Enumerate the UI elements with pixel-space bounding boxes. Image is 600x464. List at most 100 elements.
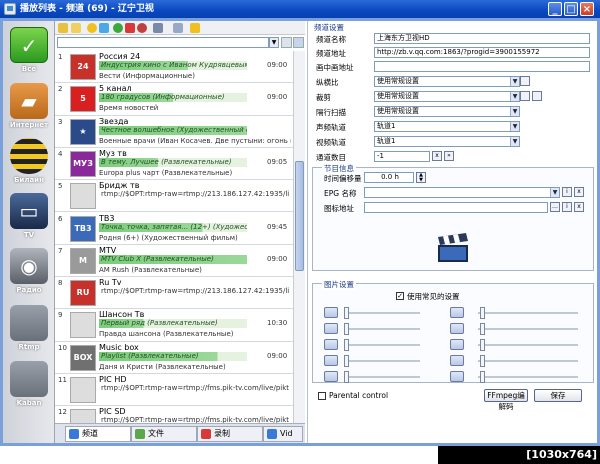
- sidebar-item-kaban[interactable]: Kaban: [7, 359, 51, 409]
- channel-list-scrollbar[interactable]: [293, 51, 305, 423]
- sidebar-item-rtmp[interactable]: Rtmp: [7, 303, 51, 353]
- channel-count-clear-button[interactable]: x: [432, 151, 442, 161]
- time-offset-spinner[interactable]: ▲ ▼: [416, 172, 426, 183]
- aspect-select[interactable]: 使用常规设置 ▼: [374, 76, 520, 87]
- pip-url-field[interactable]: [374, 61, 590, 72]
- channel-count-next-button[interactable]: »: [444, 151, 454, 161]
- current-program: Честное волшебное (Художественный филь..…: [99, 125, 247, 135]
- image-adjust-slider[interactable]: [478, 371, 578, 383]
- aspect-option-button[interactable]: [520, 76, 530, 86]
- open-folder-icon[interactable]: [58, 23, 68, 33]
- icon-info-button[interactable]: i: [562, 202, 572, 212]
- help-icon[interactable]: [190, 23, 200, 33]
- close-button[interactable]: ×: [580, 2, 594, 16]
- interlace-label: 隔行扫描: [316, 108, 346, 117]
- icon-url-field[interactable]: [364, 202, 548, 213]
- channel-name-field[interactable]: 上海东方卫视HD: [374, 33, 590, 44]
- image-adjust-slider[interactable]: [478, 355, 578, 367]
- slider-knob[interactable]: [344, 339, 349, 351]
- image-adjust-slider[interactable]: [478, 307, 578, 319]
- channel-row[interactable]: 1 24 Россия 24 Индустрия кино с Иваном Кудр…: [55, 51, 293, 84]
- channel-row[interactable]: 255 канал 180 градусов (Информационные) 09…: [55, 83, 293, 116]
- epg-search-button[interactable]: x: [574, 187, 584, 197]
- edit-icon[interactable]: [99, 23, 109, 33]
- scrollbar-thumb[interactable]: [295, 161, 304, 271]
- time-offset-label: 时间偏移量: [324, 174, 362, 183]
- search-input[interactable]: [57, 37, 269, 48]
- icon-clear-button[interactable]: x: [574, 202, 584, 212]
- channel-row[interactable]: 11 PIC HD rtmp://$OPT:rtmp-raw=rtmp://fms.…: [55, 374, 293, 407]
- maximize-button[interactable]: □: [564, 2, 578, 16]
- icon-browse-button[interactable]: …: [550, 202, 560, 212]
- slider-knob[interactable]: [480, 355, 485, 367]
- epg-info-button[interactable]: i: [562, 187, 572, 197]
- channel-row[interactable]: 6 ТВ3 ТВ3 Точка, точка, запятая... (12+) (Х…: [55, 212, 293, 245]
- channel-count-field[interactable]: -1: [374, 151, 430, 162]
- block-icon[interactable]: [137, 23, 147, 33]
- minimize-button[interactable]: _: [548, 2, 562, 16]
- crop-option-button-2[interactable]: [532, 91, 542, 101]
- program-time: 09:00: [267, 93, 288, 102]
- next-program: Даня и Кристи (Развлекательные): [99, 362, 226, 371]
- crop-option-button[interactable]: [520, 91, 530, 101]
- slider-knob[interactable]: [344, 307, 349, 319]
- sort-icon[interactable]: [281, 37, 292, 48]
- add-icon[interactable]: [113, 23, 123, 33]
- sidebar-item-all[interactable]: ✓ Всё: [7, 25, 51, 75]
- crop-select[interactable]: 使用常规设置 ▼: [374, 91, 520, 102]
- interlace-select[interactable]: 使用常规设置 ▼: [374, 106, 520, 117]
- slider-knob[interactable]: [480, 323, 485, 335]
- list-tabs: 频道 文件 录制 Vid: [55, 423, 305, 443]
- folder-icon[interactable]: [71, 23, 81, 33]
- time-offset-field[interactable]: 0.0 h: [364, 172, 414, 183]
- filter-icon[interactable]: [293, 37, 304, 48]
- search-dropdown[interactable]: ▼: [269, 37, 279, 48]
- slider-knob[interactable]: [344, 371, 349, 383]
- channel-row[interactable]: 9 Шансон Тв Первый ряд (Развлекательные) 10…: [55, 309, 293, 342]
- slider-knob[interactable]: [480, 371, 485, 383]
- image-adjust-slider[interactable]: [344, 307, 420, 319]
- tab-video[interactable]: Vid: [263, 426, 303, 442]
- channel-row[interactable]: 3 ★ Звезда Честное волшебное (Художественны…: [55, 115, 293, 148]
- ffmpeg-button[interactable]: FFmpeg编解码: [484, 389, 528, 411]
- page-icon[interactable]: [173, 23, 183, 33]
- channel-number: 5: [58, 182, 63, 191]
- channel-url-field[interactable]: http://zb.v.qq.com:1863/?progid=39001559…: [374, 47, 590, 58]
- channel-row[interactable]: 10 BOX Music box Playlist (Развлекательные)…: [55, 341, 293, 374]
- image-adjust-slider[interactable]: [344, 371, 420, 383]
- channel-row[interactable]: 5 Бридж тв rtmp://$OPT:rtmp-raw=rtmp://213…: [55, 180, 293, 213]
- tab-files[interactable]: 文件: [131, 426, 197, 442]
- sidebar-item-beeline[interactable]: Билайн: [7, 136, 51, 186]
- slider-knob[interactable]: [344, 355, 349, 367]
- channel-row[interactable]: 12 PIC SD rtmp://$OPT:rtmp-raw=rtmp://fms.…: [55, 406, 293, 423]
- video-track-select[interactable]: 轨道1 ▼: [374, 136, 520, 147]
- image-adjust-slider[interactable]: [344, 355, 420, 367]
- channel-row[interactable]: 4 МУЗ Муз тв В тему. Лучшее (Развлекательны…: [55, 147, 293, 181]
- sidebar-item-tv[interactable]: ▭ TV: [7, 191, 51, 241]
- sidebar-item-internet[interactable]: ▰ Интернет: [7, 81, 51, 131]
- video-tab-icon: [267, 429, 277, 439]
- star-icon[interactable]: [87, 23, 97, 33]
- use-common-settings-checkbox[interactable]: ✓: [396, 292, 404, 300]
- channel-logo: [70, 183, 96, 210]
- slider-knob[interactable]: [480, 339, 485, 351]
- parental-control-checkbox[interactable]: [318, 392, 326, 400]
- image-adjust-slider[interactable]: [344, 339, 420, 351]
- slider-knob[interactable]: [480, 307, 485, 319]
- tab-recording[interactable]: 录制: [197, 426, 263, 442]
- image-adjust-slider[interactable]: [344, 323, 420, 335]
- save-button[interactable]: 保存: [534, 389, 582, 402]
- sidebar-item-radio[interactable]: ◉ Радио: [7, 246, 51, 296]
- slider-knob[interactable]: [344, 323, 349, 335]
- image-adjust-slider[interactable]: [478, 339, 578, 351]
- current-program: rtmp://$OPT:rtmp-raw=rtmp://213.186.127.…: [101, 190, 289, 199]
- channel-row[interactable]: 7 M MTV MTV Club X (Развлекательные) 09:00 AM…: [55, 244, 293, 278]
- image-adjust-slider[interactable]: [478, 323, 578, 335]
- channel-row[interactable]: 8 RU Ru Tv rtmp://$OPT:rtmp-raw=rtmp://213.…: [55, 277, 293, 310]
- delete-icon[interactable]: [125, 23, 135, 33]
- tab-channels[interactable]: 频道: [65, 426, 131, 442]
- channel-settings-panel: 频道设置 频道名称 上海东方卫视HD 频道地址 http://zb.v.qq.c…: [307, 21, 597, 443]
- audio-track-select[interactable]: 轨道1 ▼: [374, 121, 520, 132]
- list-view-icon[interactable]: [153, 23, 163, 33]
- epg-name-select[interactable]: ▼: [364, 187, 560, 198]
